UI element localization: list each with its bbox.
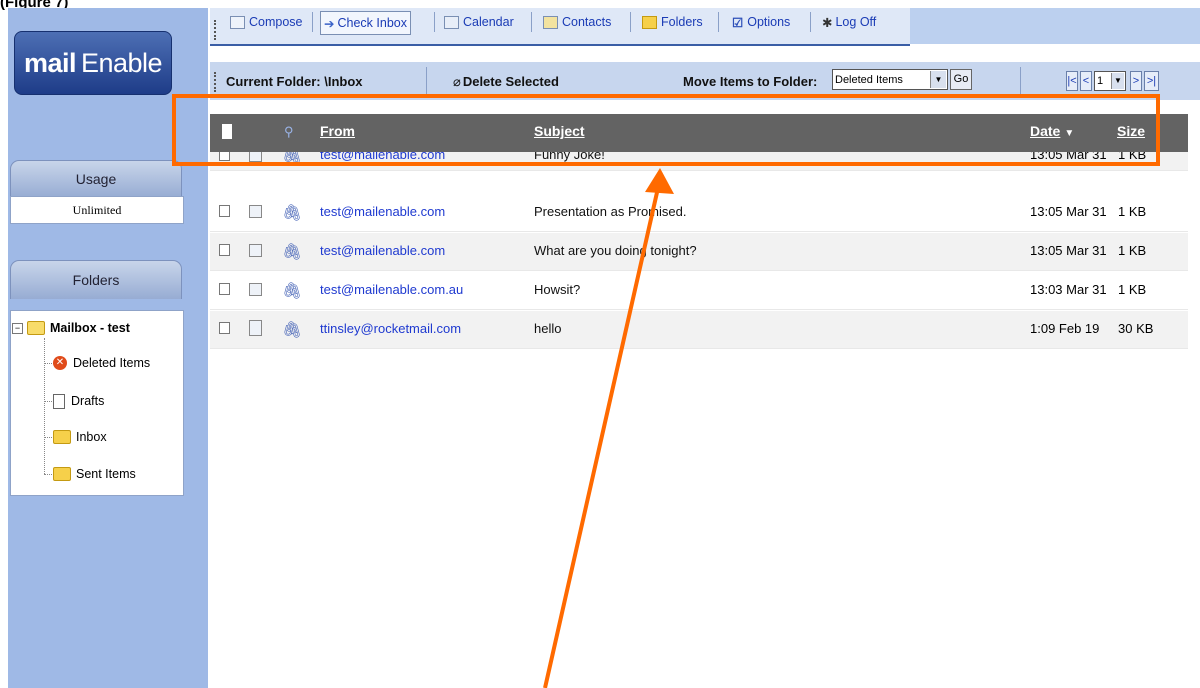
arrow-shaft [543,187,660,688]
annotation-arrow [543,168,674,688]
